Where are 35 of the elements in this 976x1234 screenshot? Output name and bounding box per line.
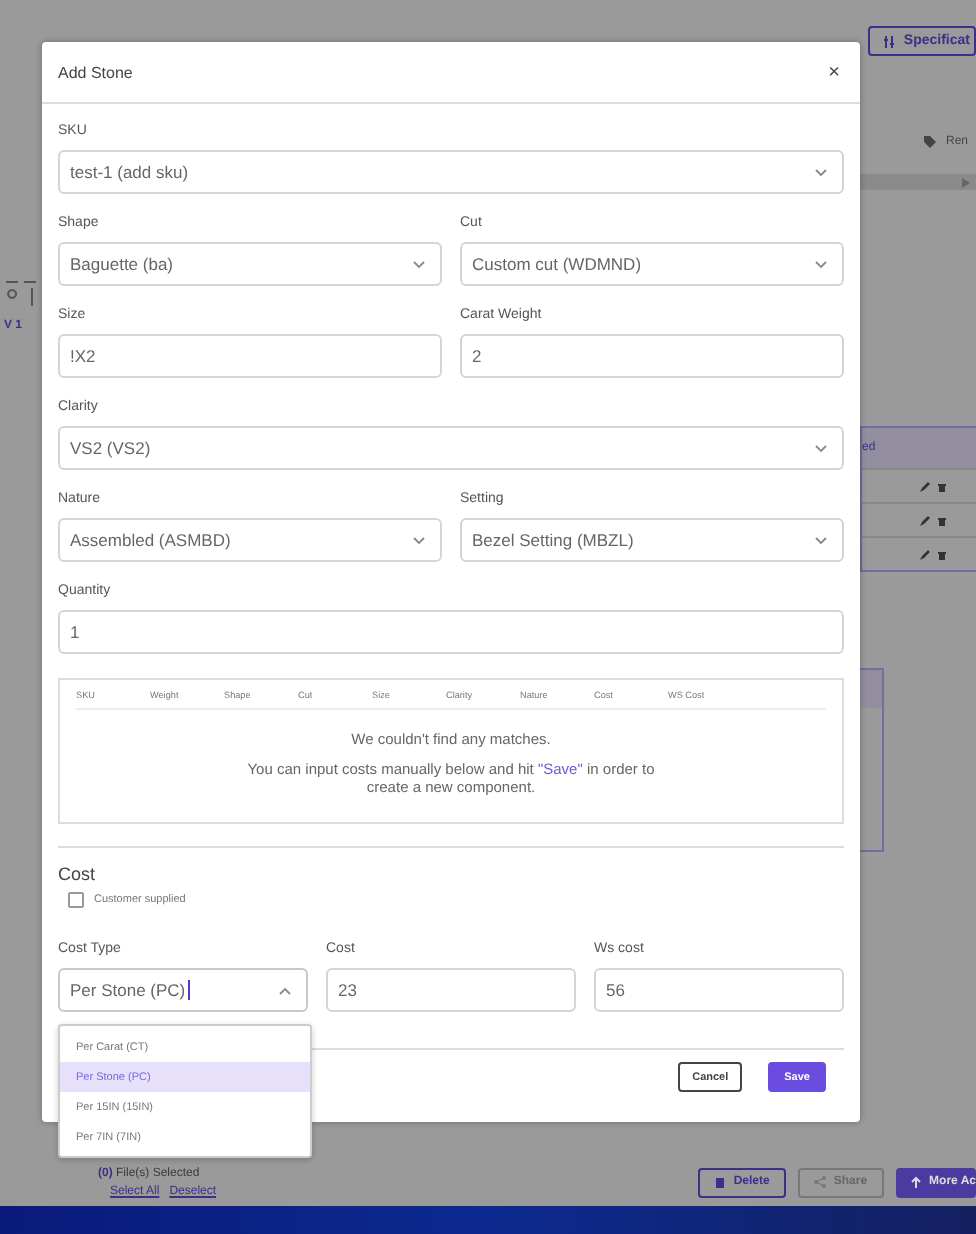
dialog-title: Add Stone (58, 63, 133, 81)
select-field[interactable]: Bezel Setting (MBZL) (460, 518, 844, 562)
pencil-icon[interactable] (920, 549, 930, 559)
trash-icon[interactable] (938, 515, 946, 525)
select-field[interactable]: test-1 (add sku) (58, 150, 844, 194)
chevron-icon (814, 535, 828, 545)
input-field[interactable]: !X2 (58, 334, 442, 378)
select-field[interactable]: Baguette (ba) (58, 242, 442, 286)
close-button[interactable]: × (828, 61, 840, 83)
trash-icon[interactable] (938, 549, 946, 559)
select-field[interactable]: Per Stone (PC) (58, 968, 308, 1012)
chevron-icon (278, 985, 292, 995)
arrow-up-icon (909, 1176, 922, 1188)
select-field[interactable]: Custom cut (WDMND) (460, 242, 844, 286)
tools-icon (4, 276, 38, 308)
input-field[interactable]: 2 (460, 334, 844, 378)
chevron-icon (412, 259, 426, 269)
pencil-icon[interactable] (920, 515, 930, 525)
chevron-icon (814, 259, 828, 269)
pencil-icon[interactable] (920, 481, 930, 491)
input-field[interactable]: 23 (326, 968, 576, 1012)
trash-icon (713, 1176, 726, 1188)
tag-icon (923, 136, 936, 148)
input-field[interactable]: 56 (594, 968, 844, 1012)
select-field[interactable]: VS2 (VS2) (58, 426, 844, 470)
chevron-icon (814, 167, 828, 177)
section-heading: Cost (58, 864, 98, 884)
checkbox[interactable] (68, 892, 84, 908)
share-icon (813, 1176, 826, 1188)
sliders-icon (881, 33, 898, 49)
select-field[interactable]: Assembled (ASMBD) (58, 518, 442, 562)
chevron-icon (814, 443, 828, 453)
input-field[interactable]: 1 (58, 610, 844, 654)
trash-icon[interactable] (938, 481, 946, 491)
chevron-icon (412, 535, 426, 545)
